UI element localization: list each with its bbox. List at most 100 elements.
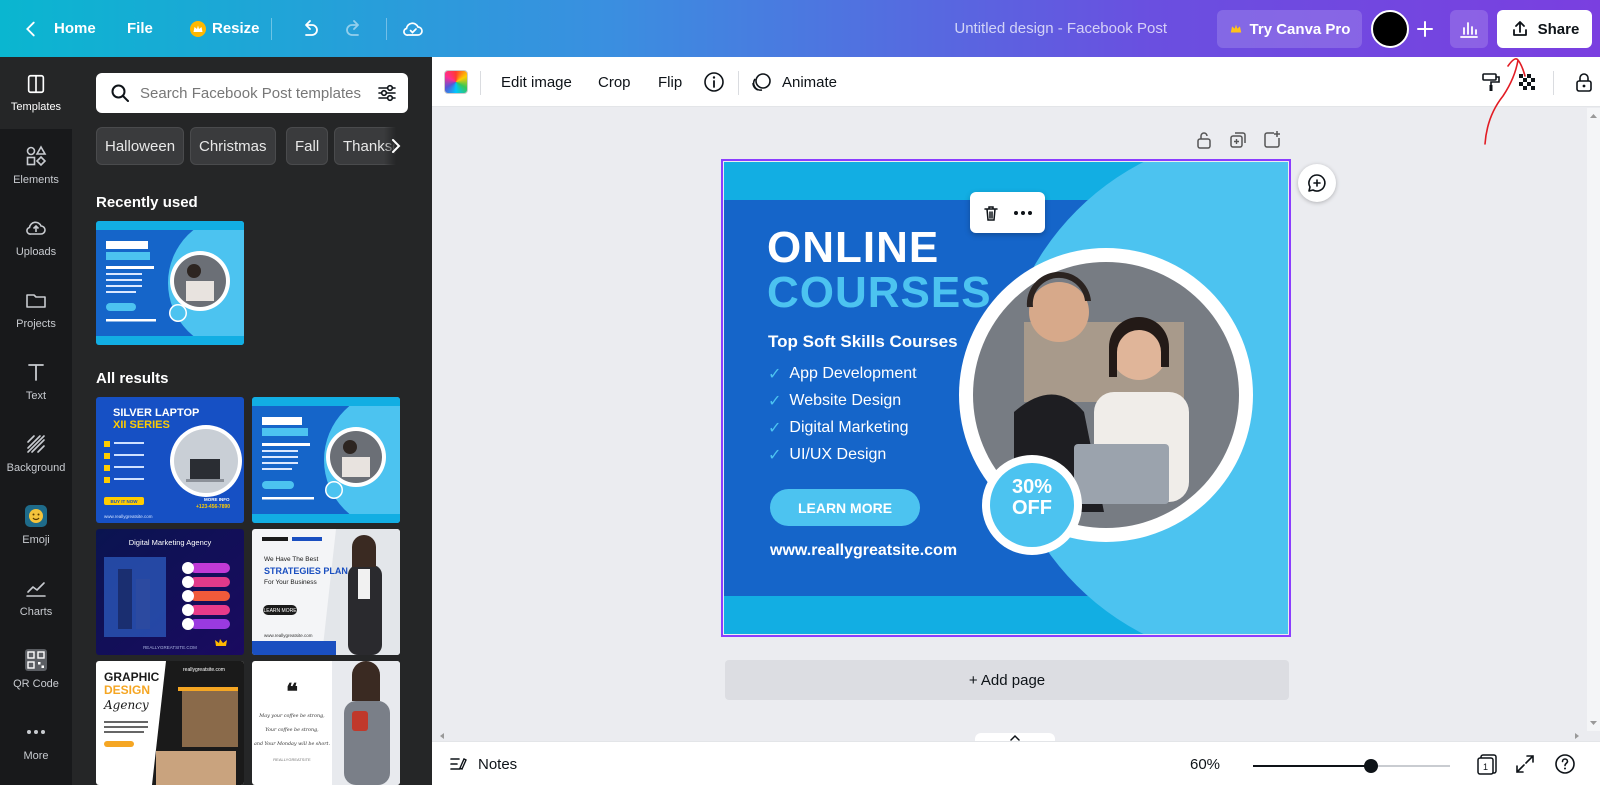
info-button[interactable] (703, 57, 725, 107)
try-canva-pro-button[interactable]: Try Canva Pro (1217, 10, 1362, 48)
rail-label: Uploads (15, 246, 57, 258)
design-subtitle[interactable]: Top Soft Skills Courses (768, 332, 958, 352)
template-thumbnail-coffee-quote[interactable]: ❝ May your coffee be strong, Your coffee… (252, 661, 400, 785)
undo-button[interactable] (297, 0, 321, 57)
design-course-list[interactable]: ✓ App Development ✓ Website Design ✓ Digita… (768, 360, 958, 468)
template-thumbnail-silver-laptop[interactable]: SILVER LAPTOP XII SERIES BUY IT NOW MORE… (96, 397, 244, 523)
help-button[interactable] (1554, 742, 1576, 785)
rail-item-uploads[interactable]: Uploads (0, 201, 72, 273)
zoom-slider-handle[interactable] (1364, 759, 1379, 773)
rail-item-projects[interactable]: Projects (0, 273, 72, 345)
chip-christmas[interactable]: Christmas (190, 127, 276, 165)
design-title-2[interactable]: COURSES (767, 271, 992, 315)
fullscreen-icon (1516, 755, 1534, 773)
template-thumbnail-online-courses-recent[interactable] (96, 221, 244, 345)
animate-button[interactable]: Animate (750, 57, 837, 107)
edit-image-button[interactable]: Edit image (501, 57, 572, 107)
charts-icon (26, 582, 46, 597)
chevron-left-icon (26, 21, 35, 36)
invite-button[interactable] (1407, 10, 1443, 48)
dm-title: Digital Marketing Agency (129, 538, 212, 547)
rail-label: Text (25, 390, 47, 402)
scroll-up-arrow-icon[interactable] (1587, 110, 1600, 122)
rail-label: Templates (10, 101, 62, 113)
rail-item-qr-code[interactable]: QR Code (0, 633, 72, 705)
list-item: ✓ Digital Marketing (768, 414, 958, 441)
scroll-down-arrow-icon[interactable] (1587, 717, 1600, 729)
trash-icon[interactable] (981, 203, 1001, 223)
laptop-buy: BUY IT NOW (111, 499, 139, 504)
color-button[interactable] (444, 57, 468, 107)
laptop-title-1: SILVER LAPTOP (113, 407, 199, 419)
online-courses-thumbnail-image (96, 221, 244, 345)
flip-button[interactable]: Flip (658, 57, 682, 107)
animate-icon (752, 73, 771, 91)
rail-item-elements[interactable]: Elements (0, 129, 72, 201)
redo-button[interactable] (343, 0, 367, 57)
document-title[interactable]: Untitled design - Facebook Post (954, 0, 1167, 57)
try-pro-label: Try Canva Pro (1249, 20, 1351, 38)
duplicate-page-icon[interactable] (1228, 130, 1248, 150)
template-thumbnail-digital-marketing[interactable]: Digital Marketing Agency REALLYGREATSITE… (96, 529, 244, 655)
zoom-level[interactable]: 60% (1190, 742, 1220, 785)
rail-item-background[interactable]: Background (0, 417, 72, 489)
chip-halloween[interactable]: Halloween (96, 127, 185, 165)
filter-icon[interactable] (376, 82, 398, 104)
qr-code-icon (25, 649, 47, 671)
rail-label: Charts (19, 606, 53, 618)
insights-button[interactable] (1450, 10, 1488, 48)
more-options-icon[interactable] (1012, 203, 1034, 223)
notes-button[interactable]: Notes (448, 742, 517, 785)
lock-button[interactable] (1573, 57, 1595, 107)
design-title-1[interactable]: ONLINE (767, 226, 939, 270)
rail-item-charts[interactable]: Charts (0, 561, 72, 633)
add-page-button[interactable]: + Add page (725, 660, 1289, 700)
strat-site: www.reallygreatsite.com (264, 633, 313, 638)
cloud-check-icon (403, 21, 423, 36)
design-learn-more-button[interactable]: LEARN MORE (770, 489, 920, 526)
rail-item-templates[interactable]: Templates (0, 57, 72, 129)
chips-next-button[interactable] (384, 127, 408, 165)
transparency-button[interactable] (1516, 57, 1538, 107)
rail-item-more[interactable]: More (0, 705, 72, 777)
templates-panel: Halloween Christmas Fall Thanksgiving Re… (72, 57, 432, 785)
avatar[interactable] (1371, 10, 1409, 48)
design-website[interactable]: www.reallygreatsite.com (770, 542, 957, 560)
dm-site: REALLYGREATSITE.COM (143, 645, 197, 650)
vertical-scrollbar[interactable] (1587, 108, 1600, 731)
add-comment-button[interactable] (1298, 164, 1336, 202)
lock-page-icon[interactable] (1194, 130, 1214, 150)
page-count-button[interactable]: 1 (1476, 742, 1500, 785)
home-button[interactable]: Home (20, 0, 96, 57)
home-label: Home (54, 20, 96, 37)
design-discount-badge[interactable]: 30% OFF (990, 477, 1074, 519)
zoom-slider[interactable] (1253, 759, 1450, 773)
template-thumbnail-graphic-design-agency[interactable]: reallygreatsite.com GRAPHIC DESIGN Agenc… (96, 661, 244, 785)
rail-item-emoji[interactable]: Emoji (0, 489, 72, 561)
file-menu-button[interactable]: File (127, 0, 153, 57)
save-status-button[interactable] (401, 0, 425, 57)
badge-percent: 30% (1011, 476, 1053, 498)
gd-title-3: Agency (103, 698, 149, 712)
template-search-input[interactable] (140, 84, 376, 102)
template-search-box[interactable] (96, 73, 408, 113)
scroll-right-arrow-icon[interactable] (1571, 731, 1583, 741)
resize-button[interactable]: Resize (190, 0, 260, 57)
copy-style-button[interactable] (1480, 57, 1502, 107)
resize-label: Resize (212, 20, 260, 37)
rail-item-text[interactable]: Text (0, 345, 72, 417)
lock-icon (1576, 73, 1592, 92)
gd-title-1: GRAPHIC (104, 670, 160, 684)
zoom-slider-fill (1253, 765, 1372, 767)
undo-icon (305, 19, 318, 36)
template-thumbnail-online-courses[interactable] (252, 397, 400, 523)
template-thumbnail-strategies-plan[interactable]: We Have The Best STRATEGIES PLAN For You… (252, 529, 400, 655)
scroll-left-arrow-icon[interactable] (436, 731, 448, 741)
element-quick-menu (970, 192, 1045, 233)
add-page-icon[interactable] (1262, 130, 1282, 150)
share-button[interactable]: Share (1497, 10, 1592, 48)
crop-button[interactable]: Crop (598, 57, 631, 107)
silver-laptop-thumbnail-image: SILVER LAPTOP XII SERIES BUY IT NOW MORE… (96, 397, 244, 523)
fullscreen-button[interactable] (1514, 742, 1536, 785)
chip-fall[interactable]: Fall (286, 127, 329, 165)
